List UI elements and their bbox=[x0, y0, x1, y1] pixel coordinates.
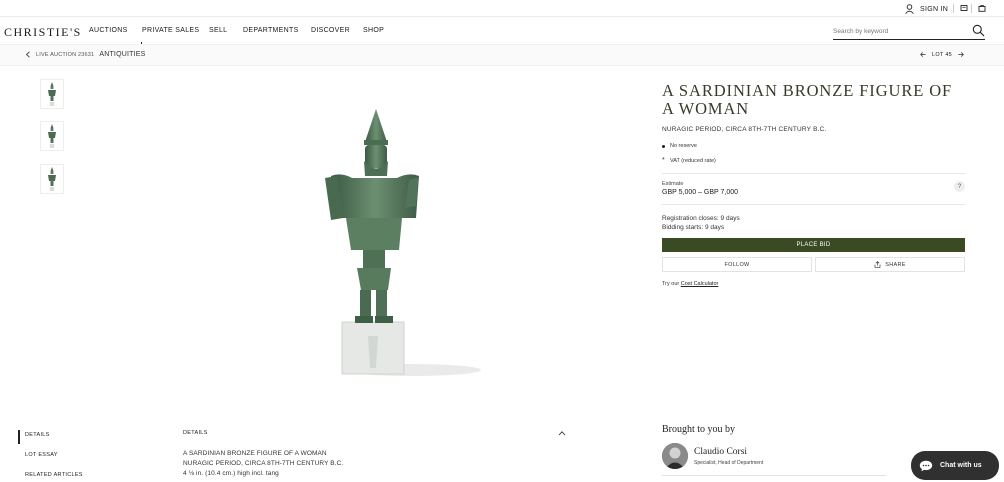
lot-number: LOT 45 bbox=[932, 51, 953, 58]
divider bbox=[662, 204, 965, 205]
estimate-value: GBP 5,000 – GBP 7,000 bbox=[662, 189, 739, 196]
bronze-figure-image bbox=[325, 109, 481, 376]
share-icon bbox=[874, 261, 881, 268]
thumbnail-3[interactable] bbox=[40, 164, 64, 194]
chevron-left-icon bbox=[25, 51, 30, 58]
place-bid-button[interactable]: PLACE BID bbox=[662, 238, 965, 252]
bidding-row: Bidding starts: 9 days bbox=[662, 223, 965, 232]
thumbnail-2[interactable] bbox=[40, 121, 64, 151]
sign-in-label: SIGN IN bbox=[920, 5, 949, 13]
lot-title: A SARDINIAN BRONZE FIGURE OF A WOMAN bbox=[662, 81, 953, 118]
breadcrumb-bar: LIVE AUCTION 23631 ANTIQUITIES LOT 45 bbox=[0, 44, 1004, 66]
brought-to-you-heading: Brought to you by bbox=[662, 424, 736, 435]
action-row: FOLLOW SHARE bbox=[662, 257, 965, 272]
figure-thumbnail-image bbox=[48, 124, 56, 148]
bidding-label: Bidding starts: bbox=[662, 224, 704, 231]
tab-related-articles[interactable]: RELATED ARTICLES bbox=[25, 472, 83, 478]
lot-subtitle: NURAGIC PERIOD, CIRCA 8TH-7TH CENTURY B.… bbox=[662, 126, 827, 133]
arrow-left-icon[interactable] bbox=[920, 51, 926, 58]
search-icon[interactable] bbox=[972, 24, 985, 37]
nav-auctions[interactable]: AUCTIONS bbox=[89, 27, 128, 34]
no-reserve-label: No reserve bbox=[670, 143, 697, 149]
details-line: A SARDINIAN BRONZE FIGURE OF A WOMAN bbox=[183, 450, 327, 457]
nav-sell[interactable]: SELL bbox=[209, 27, 227, 34]
bag-icon[interactable] bbox=[978, 4, 986, 12]
heart-list-icon[interactable] bbox=[960, 4, 968, 12]
nav-discover[interactable]: DISCOVER bbox=[311, 27, 350, 34]
nav-private-sales[interactable]: PRIVATE SALES bbox=[142, 27, 199, 34]
cost-calculator-note: Try our Cost Calculator bbox=[662, 281, 965, 287]
christies-logo[interactable]: CHRISTIE'S bbox=[4, 25, 82, 40]
follow-button[interactable]: FOLLOW bbox=[662, 257, 812, 272]
registration-label: Registration closes: bbox=[662, 215, 719, 222]
user-icon bbox=[905, 4, 914, 14]
estimate-label: Estimate bbox=[662, 181, 684, 187]
bullet-dot-icon bbox=[662, 144, 665, 148]
vat-note: * VAT (reduced rate) bbox=[662, 157, 965, 164]
nav-departments[interactable]: DEPARTMENTS bbox=[243, 27, 299, 34]
active-tab-indicator bbox=[18, 430, 20, 444]
chat-button[interactable]: Chat with us bbox=[911, 451, 999, 480]
breadcrumb-category[interactable]: ANTIQUITIES bbox=[99, 51, 145, 58]
main-navigation: CHRISTIE'S AUCTIONS PRIVATE SALES SELL D… bbox=[0, 17, 1004, 44]
figure-thumbnail-image bbox=[48, 82, 56, 106]
specialist-role: Specialist, Head of Department bbox=[694, 460, 764, 466]
utility-divider bbox=[971, 4, 972, 13]
timing-block: Registration closes: 9 days Bidding star… bbox=[662, 214, 965, 232]
asterisk-icon: * bbox=[662, 157, 665, 164]
nav-shop[interactable]: SHOP bbox=[363, 27, 384, 34]
thumbnail-1[interactable] bbox=[40, 79, 64, 109]
follow-label: FOLLOW bbox=[724, 261, 750, 268]
share-label: SHARE bbox=[885, 261, 906, 268]
chevron-up-icon[interactable] bbox=[558, 430, 566, 436]
estimate-block: Estimate GBP 5,000 – GBP 7,000 ? bbox=[662, 181, 965, 196]
lot-info-panel: A SARDINIAN BRONZE FIGURE OF A WOMAN NUR… bbox=[662, 82, 965, 287]
tab-details[interactable]: DETAILS bbox=[25, 432, 50, 438]
figure-thumbnail-image bbox=[48, 167, 56, 191]
details-heading[interactable]: DETAILS bbox=[183, 430, 208, 436]
search-input[interactable] bbox=[833, 25, 963, 37]
chat-label: Chat with us bbox=[940, 462, 982, 469]
specialist-name[interactable]: Claudio Corsi bbox=[694, 447, 747, 457]
utility-divider bbox=[953, 4, 954, 13]
share-button[interactable]: SHARE bbox=[815, 257, 965, 272]
bidding-value: 9 days bbox=[705, 224, 725, 231]
tab-lot-essay[interactable]: LOT ESSAY bbox=[25, 452, 58, 458]
specialist-photo bbox=[662, 443, 688, 469]
no-reserve-note: No reserve bbox=[662, 143, 965, 149]
cost-calculator-link[interactable]: Cost Calculator bbox=[681, 281, 719, 287]
estimate-help-icon[interactable]: ? bbox=[954, 181, 965, 192]
utility-bar: SIGN IN bbox=[0, 0, 1004, 17]
arrow-right-icon[interactable] bbox=[958, 51, 964, 58]
registration-row: Registration closes: 9 days bbox=[662, 214, 965, 223]
details-line: NURAGIC PERIOD, CIRCA 8TH-7TH CENTURY B.… bbox=[183, 460, 344, 467]
lot-navigation: LOT 45 bbox=[920, 51, 964, 58]
details-line: 4 ⅛ in. (10.4 cm.) high incl. tang bbox=[183, 470, 279, 477]
divider bbox=[662, 173, 965, 174]
chat-bubble-icon bbox=[919, 460, 933, 471]
cost-prefix: Try our bbox=[662, 281, 680, 287]
breadcrumb-auction[interactable]: LIVE AUCTION 23631 bbox=[36, 52, 94, 58]
divider bbox=[662, 475, 886, 476]
avatar bbox=[662, 443, 688, 469]
registration-value: 9 days bbox=[720, 215, 740, 222]
vat-label: VAT (reduced rate) bbox=[670, 157, 716, 164]
search-bar bbox=[833, 22, 985, 40]
lower-section bbox=[0, 404, 1004, 482]
sign-in-link[interactable]: SIGN IN bbox=[905, 3, 948, 15]
breadcrumb[interactable]: LIVE AUCTION 23631 ANTIQUITIES bbox=[25, 51, 145, 58]
lot-main-image[interactable] bbox=[251, 78, 497, 393]
